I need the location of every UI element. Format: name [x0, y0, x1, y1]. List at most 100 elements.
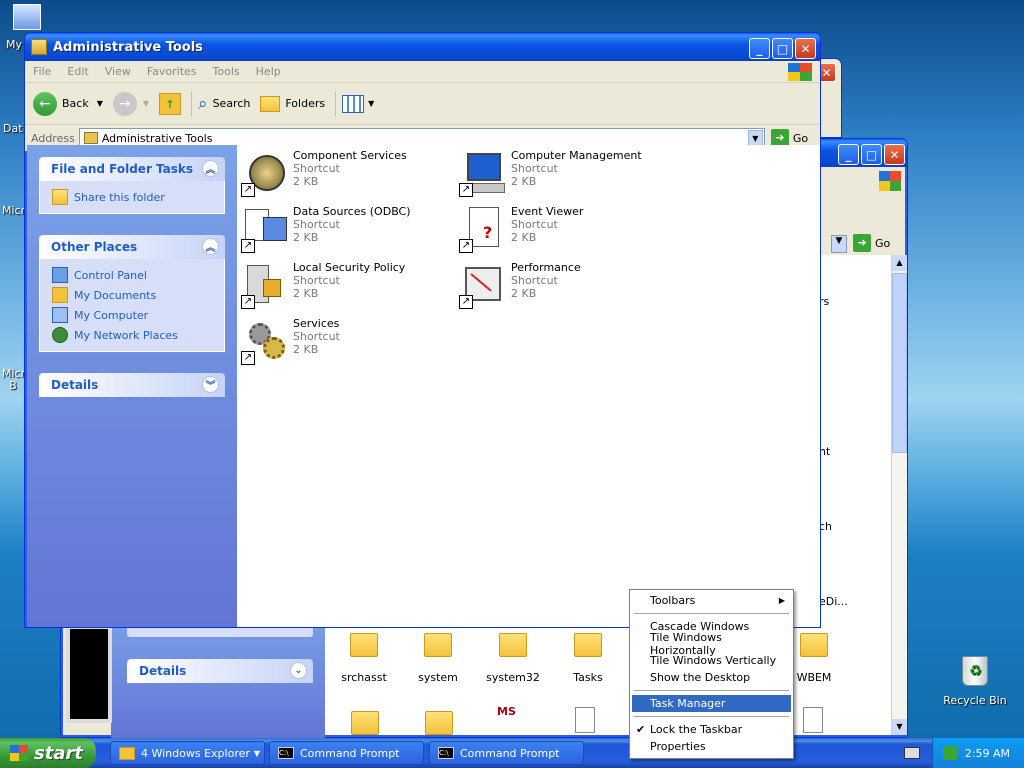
views-button[interactable]: ▼: [342, 94, 375, 113]
search-button[interactable]: ⌕ Search: [198, 94, 250, 114]
clock[interactable]: 2:59 AM: [965, 747, 1010, 760]
file-folder-tasks-header[interactable]: File and Folder Tasks ︽: [39, 157, 225, 181]
network-tray-icon[interactable]: [943, 746, 957, 760]
scroll-down-arrow-icon[interactable]: ▼: [892, 719, 907, 735]
vertical-scrollbar[interactable]: ▲ ▼: [891, 255, 907, 735]
link-label: My Computer: [74, 308, 149, 322]
menu-tools[interactable]: Tools: [213, 65, 240, 78]
share-folder-link[interactable]: Share this folder: [52, 187, 212, 207]
my-documents-icon: [52, 287, 68, 303]
forward-button[interactable]: → ▼: [112, 91, 149, 116]
address-dropdown-chevron-icon[interactable]: ▼: [747, 130, 763, 146]
my-computer-link[interactable]: My Computer: [52, 305, 212, 325]
main-titlebar[interactable]: Administrative Tools: [25, 33, 820, 61]
my-network-places-link[interactable]: My Network Places: [52, 325, 212, 345]
my-computer-icon: [52, 307, 68, 323]
menu-file[interactable]: File: [33, 65, 51, 78]
file-size: 2 KB: [511, 231, 537, 244]
folder-item[interactable]: Tasks: [563, 633, 613, 684]
minimize-button[interactable]: _: [749, 38, 770, 59]
menu-item-properties[interactable]: Properties: [632, 738, 791, 755]
document-icon[interactable]: [803, 707, 823, 733]
menu-item-toolbars[interactable]: Toolbars ▶: [632, 592, 791, 609]
file-item-services[interactable]: ↗ Services Shortcut 2 KB: [241, 317, 340, 365]
control-panel-link[interactable]: Control Panel: [52, 265, 212, 285]
file-item-performance[interactable]: ↗ Performance Shortcut 2 KB: [459, 261, 581, 309]
maximize-button[interactable]: □: [772, 38, 793, 59]
file-name: Data Sources (ODBC): [293, 205, 411, 218]
folder-icon: [800, 633, 828, 657]
file-item-event-viewer[interactable]: ? ↗ Event Viewer Shortcut 2 KB: [459, 205, 583, 253]
details-panel-header[interactable]: Details ⌄: [127, 659, 313, 683]
menu-item-show-desktop[interactable]: Show the Desktop: [632, 669, 791, 686]
address-dropdown-chevron-icon[interactable]: ▼: [831, 235, 847, 253]
desktop-icon-label[interactable]: Micro B: [2, 368, 32, 392]
collapse-chevron-icon[interactable]: ︽: [202, 238, 219, 255]
folder-icon[interactable]: [425, 711, 453, 735]
close-button[interactable]: ✕: [795, 38, 816, 59]
file-item-computer-management[interactable]: ↗ Computer Management Shortcut 2 KB: [459, 149, 642, 197]
menu-item-task-manager[interactable]: Task Manager: [632, 695, 791, 712]
administrative-tools-window[interactable]: Administrative Tools _ □ ✕ File Edit Vie…: [24, 32, 821, 628]
scroll-up-arrow-icon[interactable]: ▲: [892, 255, 907, 271]
minimize-button[interactable]: _: [838, 144, 859, 165]
scroll-thumb[interactable]: [892, 273, 907, 453]
maximize-button[interactable]: □: [861, 144, 882, 165]
file-name: Services: [293, 317, 340, 330]
toolbar-separator: [335, 90, 337, 117]
other-places-header[interactable]: Other Places ︽: [39, 235, 225, 259]
address-label: Address: [31, 131, 75, 145]
back-dropdown-icon[interactable]: ▼: [97, 99, 103, 108]
menu-favorites[interactable]: Favorites: [147, 65, 197, 78]
menu-item-lock-taskbar[interactable]: ✔ Lock the Taskbar: [632, 721, 791, 738]
folder-item[interactable]: srchasst: [339, 633, 389, 684]
folder-label: srchasst: [341, 671, 387, 684]
expand-chevron-icon[interactable]: ︾: [202, 376, 219, 393]
file-size: 2 KB: [511, 287, 537, 300]
details-header[interactable]: Details ︾: [39, 373, 225, 397]
keyboard-icon[interactable]: [904, 747, 920, 759]
file-item-data-sources[interactable]: ↗ Data Sources (ODBC) Shortcut 2 KB: [241, 205, 411, 253]
start-button[interactable]: start: [0, 738, 96, 768]
folder-item[interactable]: system: [413, 633, 463, 684]
menu-item-tile-vertical[interactable]: Tile Windows Vertically: [632, 652, 791, 669]
views-dropdown-icon: ▼: [368, 99, 375, 108]
menu-item-tile-horizontal[interactable]: Tile Windows Horizontally: [632, 631, 791, 657]
task-pane: File and Folder Tasks ︽ Share this folde…: [27, 145, 237, 627]
expand-chevron-icon[interactable]: ⌄: [290, 662, 307, 679]
file-item-local-security-policy[interactable]: ↗ Local Security Policy Shortcut 2 KB: [241, 261, 405, 309]
taskbar-command-prompt-2[interactable]: C:\ Command Prompt: [429, 741, 584, 765]
taskbar-command-prompt-1[interactable]: C:\ Command Prompt: [269, 741, 424, 765]
event-viewer-icon: ? ↗: [459, 205, 507, 253]
folders-button[interactable]: Folders: [260, 95, 326, 112]
collapse-chevron-icon[interactable]: ︽: [202, 160, 219, 177]
file-size: 2 KB: [293, 231, 319, 244]
desktop-icon-my-computer[interactable]: My: [0, 4, 54, 51]
folder-item[interactable]: system32: [483, 633, 543, 684]
go-button[interactable]: ➜ Go: [853, 234, 890, 252]
desktop-icon-recycle-bin[interactable]: ♻ Recycle Bin: [940, 656, 1010, 707]
back-details-panel[interactable]: Details ⌄: [127, 659, 313, 683]
file-item-component-services[interactable]: ↗ Component Services Shortcut 2 KB: [241, 149, 407, 197]
my-documents-link[interactable]: My Documents: [52, 285, 212, 305]
folder-item[interactable]: WBEM: [789, 633, 839, 684]
msc-file-icon[interactable]: MS: [497, 705, 527, 733]
menu-item-label: Properties: [650, 740, 706, 753]
taskbar-group-windows-explorer[interactable]: 4 Windows Explorer ▼: [110, 741, 265, 765]
forward-dropdown-icon[interactable]: ▼: [143, 99, 149, 108]
close-button[interactable]: ✕: [884, 144, 905, 165]
panel-title: Details: [51, 378, 99, 392]
menu-edit[interactable]: Edit: [67, 65, 88, 78]
menu-help[interactable]: Help: [256, 65, 281, 78]
menu-view[interactable]: View: [105, 65, 131, 78]
document-icon[interactable]: [575, 707, 595, 733]
desktop-icon-label[interactable]: Dat: [3, 122, 23, 135]
link-label: Share this folder: [74, 190, 165, 204]
file-folder-tasks-body: Share this folder: [39, 181, 225, 214]
folder-icon[interactable]: [351, 711, 379, 735]
panel-title: Other Places: [51, 240, 138, 254]
back-button[interactable]: ← Back ▼: [33, 91, 103, 116]
folders-label: Folders: [285, 97, 326, 110]
up-folder-button[interactable]: ↑: [159, 92, 182, 115]
taskbar-context-menu: Toolbars ▶ Cascade Windows Tile Windows …: [629, 589, 794, 759]
